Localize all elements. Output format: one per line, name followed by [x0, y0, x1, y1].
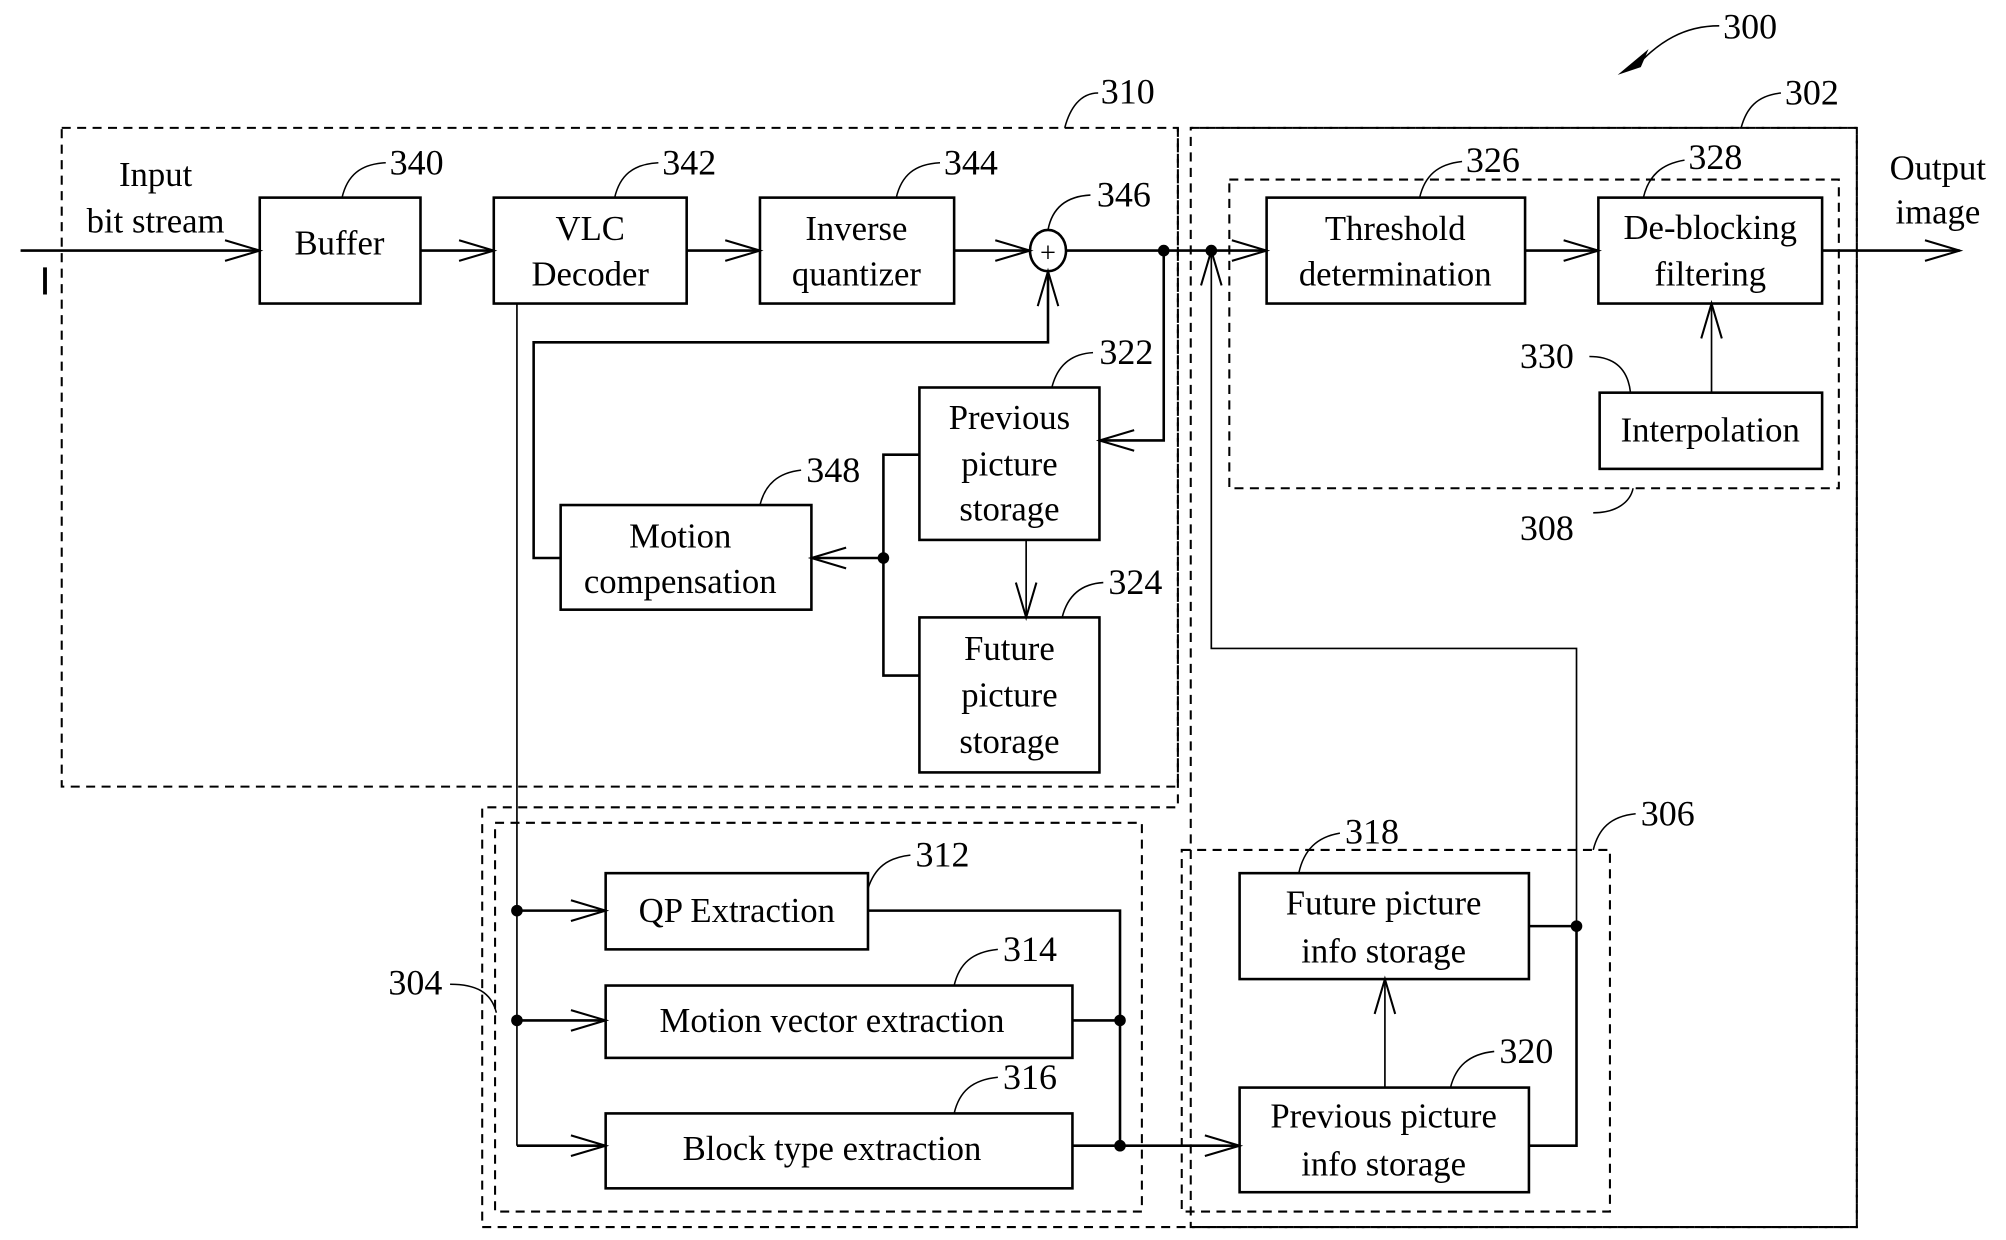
deblocking-filtering-label-1: De-blocking	[1624, 208, 1797, 247]
previous-picture-info-storage-label-2: info storage	[1301, 1144, 1466, 1183]
ref-322: 322	[1099, 332, 1153, 372]
future-picture-info-storage-label-1: Future picture	[1286, 883, 1482, 922]
deblocking-filtering-label-2: filtering	[1654, 254, 1766, 293]
ref-302: 302	[1785, 73, 1839, 113]
future-picture-storage-label-3: storage	[959, 722, 1059, 761]
ref-328: 328	[1688, 137, 1742, 177]
ref-330: 330	[1520, 336, 1574, 376]
future-picture-storage-label-1: Future	[964, 629, 1055, 668]
ref-340: 340	[390, 142, 444, 182]
ref-344: 344	[944, 142, 998, 182]
ref-342: 342	[662, 142, 716, 182]
motion-vector-extraction-label: Motion vector extraction	[659, 1001, 1004, 1040]
ref-318: 318	[1345, 811, 1399, 851]
buffer-label: Buffer	[294, 223, 384, 262]
ref-326: 326	[1466, 140, 1520, 180]
vlc-decoder-label-2: Decoder	[531, 254, 649, 293]
threshold-determination-label-2: determination	[1299, 254, 1492, 293]
interpolation-label: Interpolation	[1621, 411, 1800, 450]
input-label: Input	[119, 155, 193, 194]
vlc-decoder-label-1: VLC	[556, 209, 625, 248]
input-label-2: bit stream	[87, 201, 225, 240]
ref-314: 314	[1003, 929, 1057, 969]
ref-312: 312	[916, 835, 970, 875]
threshold-determination-label-1: Threshold	[1325, 209, 1466, 248]
previous-picture-storage-label-2: picture	[961, 444, 1057, 483]
ref-316: 316	[1003, 1057, 1057, 1097]
previous-picture-storage-label-1: Previous	[949, 398, 1070, 437]
previous-picture-info-storage-label-1: Previous picture	[1270, 1097, 1496, 1136]
future-picture-info-storage-label-2: info storage	[1301, 931, 1466, 970]
ref-306: 306	[1641, 793, 1695, 833]
ref-308: 308	[1520, 508, 1574, 548]
ref-324: 324	[1108, 562, 1162, 602]
motion-compensation-label-1: Motion	[629, 517, 731, 556]
block-type-extraction-label: Block type extraction	[683, 1129, 982, 1168]
ref-320: 320	[1499, 1031, 1553, 1071]
qp-extraction-label: QP Extraction	[639, 891, 835, 930]
ref-300: 300	[1723, 7, 1777, 47]
inverse-quantizer-label-2: quantizer	[792, 254, 922, 293]
output-label: Output	[1890, 148, 1987, 187]
inverse-quantizer-label-1: Inverse	[805, 209, 907, 248]
ref-348: 348	[806, 450, 860, 490]
adder-plus-symbol: +	[1040, 238, 1056, 269]
ref-304: 304	[388, 963, 442, 1003]
previous-picture-storage-label-3: storage	[959, 489, 1059, 528]
motion-compensation-label-2: compensation	[584, 562, 777, 601]
output-label-2: image	[1895, 192, 1980, 231]
future-picture-storage-label-2: picture	[961, 675, 1057, 714]
ref-310: 310	[1101, 71, 1155, 111]
ref-346: 346	[1097, 175, 1151, 215]
block-diagram: + Input bit stream Output image Buffer V…	[20, 7, 1987, 1229]
